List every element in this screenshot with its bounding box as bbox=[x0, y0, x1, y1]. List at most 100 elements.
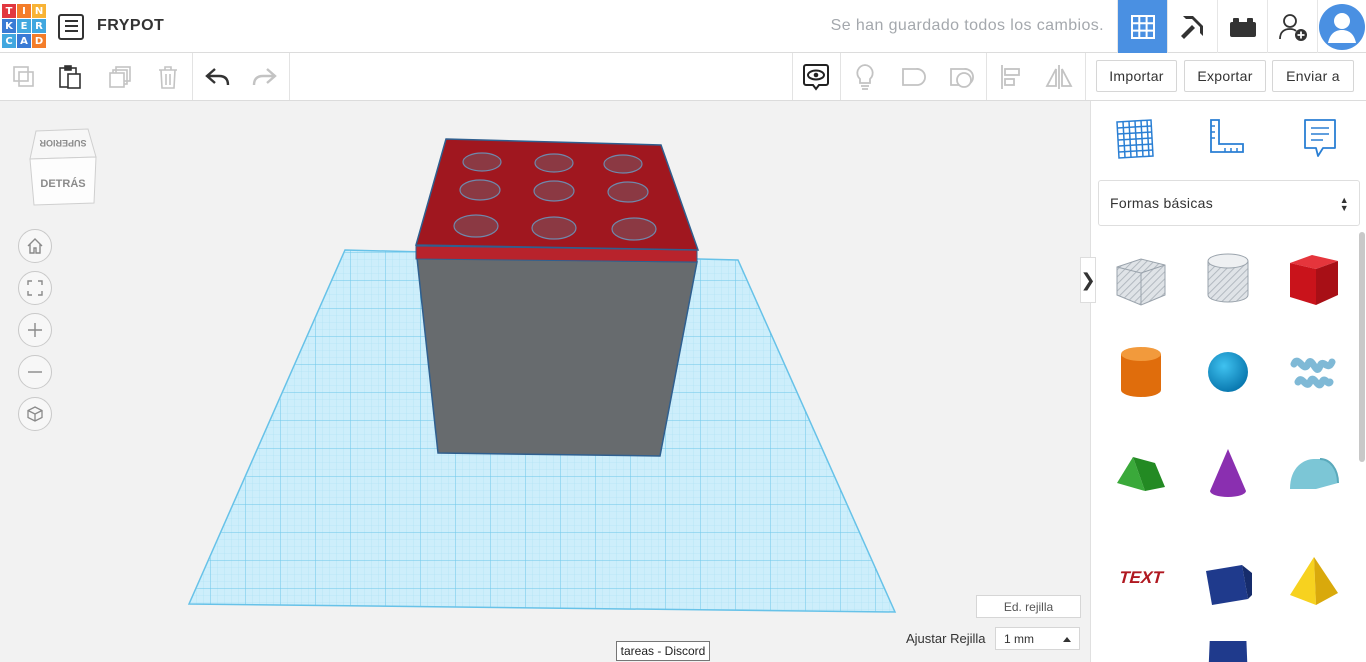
updown-icon: ▲ ▼ bbox=[1339, 195, 1349, 213]
shape-sphere[interactable] bbox=[1196, 340, 1260, 404]
copy-icon bbox=[13, 65, 34, 87]
redo-icon bbox=[252, 67, 277, 85]
home-icon bbox=[27, 238, 43, 254]
delete-button[interactable] bbox=[144, 53, 192, 100]
snap-grid-select[interactable]: 1 mm bbox=[995, 627, 1080, 650]
shape-roof[interactable] bbox=[1109, 441, 1173, 505]
shape-text[interactable]: TEXT bbox=[1109, 544, 1173, 608]
lightbulb-icon bbox=[856, 63, 874, 90]
pickaxe-icon bbox=[1180, 15, 1203, 39]
logo-letter: D bbox=[32, 34, 46, 48]
taskbar-tooltip: tareas - Discord bbox=[616, 641, 710, 661]
shape-prism[interactable] bbox=[1196, 549, 1260, 613]
logo-letter: C bbox=[2, 34, 16, 48]
workspace-3d[interactable]: SUPERIOR DETRÁS Ed. rejilla Ajustar Reji… bbox=[0, 101, 1090, 662]
logo-letter: R bbox=[32, 19, 46, 33]
align-icon bbox=[1001, 64, 1020, 89]
bricks-icon bbox=[1229, 17, 1256, 37]
plus-icon bbox=[28, 323, 42, 337]
home-view-button[interactable] bbox=[18, 229, 52, 263]
mirror-icon bbox=[1045, 64, 1073, 89]
shape-cylinder[interactable] bbox=[1109, 340, 1173, 404]
notes-button[interactable] bbox=[1297, 115, 1343, 161]
undo-icon bbox=[205, 67, 230, 85]
copy-button[interactable] bbox=[0, 53, 48, 100]
align-button[interactable] bbox=[987, 53, 1035, 100]
zoom-in-button[interactable] bbox=[18, 313, 52, 347]
duplicate-button[interactable] bbox=[96, 53, 144, 100]
solid-button[interactable] bbox=[890, 53, 938, 100]
notes-icon bbox=[1304, 119, 1336, 157]
send-to-button[interactable]: Enviar a bbox=[1272, 60, 1354, 92]
edit-grid-button[interactable]: Ed. rejilla bbox=[976, 595, 1081, 618]
save-status: Se han guardado todos los cambios. bbox=[830, 17, 1104, 34]
trash-icon bbox=[159, 65, 177, 89]
frypot-model[interactable] bbox=[415, 138, 700, 457]
grid-view-icon bbox=[1130, 14, 1155, 39]
ruler-button[interactable] bbox=[1204, 115, 1250, 161]
import-button[interactable]: Importar bbox=[1096, 60, 1177, 92]
bricks-view-button[interactable] bbox=[1217, 0, 1267, 53]
view-cube-front-label: DETRÁS bbox=[40, 177, 85, 190]
workplane-button[interactable] bbox=[1112, 115, 1158, 161]
shape-box[interactable] bbox=[1282, 245, 1346, 309]
shape-cone[interactable] bbox=[1196, 441, 1260, 505]
mirror-button[interactable] bbox=[1035, 53, 1083, 100]
logo-letter: A bbox=[17, 34, 31, 48]
logo-letter: N bbox=[32, 4, 46, 18]
shape-category-select[interactable]: Formas básicas ▲ ▼ bbox=[1098, 180, 1360, 226]
shape-partial[interactable] bbox=[1196, 641, 1260, 662]
tinkercad-logo[interactable]: T I N K E R C A D bbox=[2, 4, 46, 49]
solid-shape-icon bbox=[902, 67, 926, 86]
header: T I N K E R C A D FRYPOT Se han guardado… bbox=[0, 0, 1366, 53]
shape-pyramid[interactable] bbox=[1282, 549, 1346, 613]
logo-letter: I bbox=[17, 4, 31, 18]
snap-grid-label: Ajustar Rejilla bbox=[906, 631, 986, 646]
design-list-button[interactable] bbox=[58, 14, 84, 40]
workplane-scene[interactable] bbox=[0, 101, 1090, 662]
hole-button[interactable] bbox=[938, 53, 986, 100]
shape-category-value: Formas básicas bbox=[1110, 195, 1214, 211]
notes-toggle-button[interactable] bbox=[841, 53, 889, 100]
tinkercad-app: T I N K E R C A D FRYPOT Se han guardado… bbox=[0, 0, 1366, 662]
chevron-up-icon bbox=[1063, 637, 1071, 642]
redo-button[interactable] bbox=[240, 53, 288, 100]
fit-view-icon bbox=[27, 280, 43, 296]
avatar bbox=[1319, 3, 1365, 50]
shape-scribble[interactable] bbox=[1282, 340, 1346, 404]
perspective-button[interactable] bbox=[18, 397, 52, 431]
show-all-button[interactable] bbox=[792, 53, 840, 100]
fit-view-button[interactable] bbox=[18, 271, 52, 305]
toolbar: Importar Exportar Enviar a bbox=[0, 53, 1366, 101]
shape-round-roof[interactable] bbox=[1282, 441, 1346, 505]
collapse-panel-button[interactable]: ❯ bbox=[1080, 257, 1096, 303]
eye-bubble-icon bbox=[803, 63, 829, 91]
shape-box-hole[interactable] bbox=[1109, 245, 1173, 309]
svg-text:TEXT: TEXT bbox=[1117, 567, 1166, 587]
view-cube[interactable]: SUPERIOR DETRÁS bbox=[26, 123, 98, 214]
cube-icon bbox=[27, 406, 43, 422]
workplane-icon bbox=[1116, 119, 1154, 159]
snap-grid-value: 1 mm bbox=[1004, 631, 1034, 646]
duplicate-icon bbox=[109, 65, 131, 88]
export-button[interactable]: Exportar bbox=[1184, 60, 1266, 92]
paste-button[interactable] bbox=[46, 53, 94, 100]
logo-letter: E bbox=[17, 19, 31, 33]
3d-view-button[interactable] bbox=[1117, 0, 1167, 53]
add-user-icon bbox=[1278, 13, 1307, 41]
user-avatar-button[interactable] bbox=[1317, 0, 1366, 53]
invite-user-button[interactable] bbox=[1267, 0, 1317, 53]
logo-letter: K bbox=[2, 19, 16, 33]
panel-scrollbar[interactable] bbox=[1359, 232, 1365, 462]
project-title[interactable]: FRYPOT bbox=[97, 17, 164, 35]
shapes-panel: Formas básicas ▲ ▼ TEXT bbox=[1090, 101, 1366, 662]
paste-icon bbox=[59, 64, 81, 89]
hole-shape-icon bbox=[950, 67, 974, 88]
logo-letter: T bbox=[2, 4, 16, 18]
zoom-out-button[interactable] bbox=[18, 355, 52, 389]
ruler-icon bbox=[1210, 119, 1244, 153]
minus-icon bbox=[28, 371, 42, 373]
minecraft-view-button[interactable] bbox=[1167, 0, 1217, 53]
undo-button[interactable] bbox=[194, 53, 242, 100]
shape-cylinder-hole[interactable] bbox=[1196, 245, 1260, 309]
